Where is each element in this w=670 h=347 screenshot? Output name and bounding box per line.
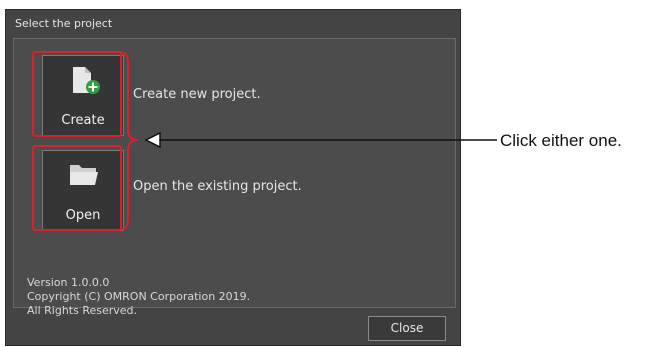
close-button[interactable]: Close (368, 316, 446, 341)
callout-text: Click either one. (500, 131, 622, 150)
dialog-title: Select the project (15, 17, 113, 30)
copyright-line: Copyright (C) OMRON Corporation 2019. (27, 290, 251, 303)
open-highlight-box (32, 145, 122, 231)
create-highlight-box (32, 51, 122, 137)
rights-line: All Rights Reserved. (27, 304, 138, 317)
version-line: Version 1.0.0.0 (27, 276, 110, 289)
version-info: Version 1.0.0.0 Copyright (C) OMRON Corp… (27, 276, 250, 318)
open-description: Open the existing project. (133, 179, 302, 194)
create-description: Create new project. (133, 87, 261, 102)
